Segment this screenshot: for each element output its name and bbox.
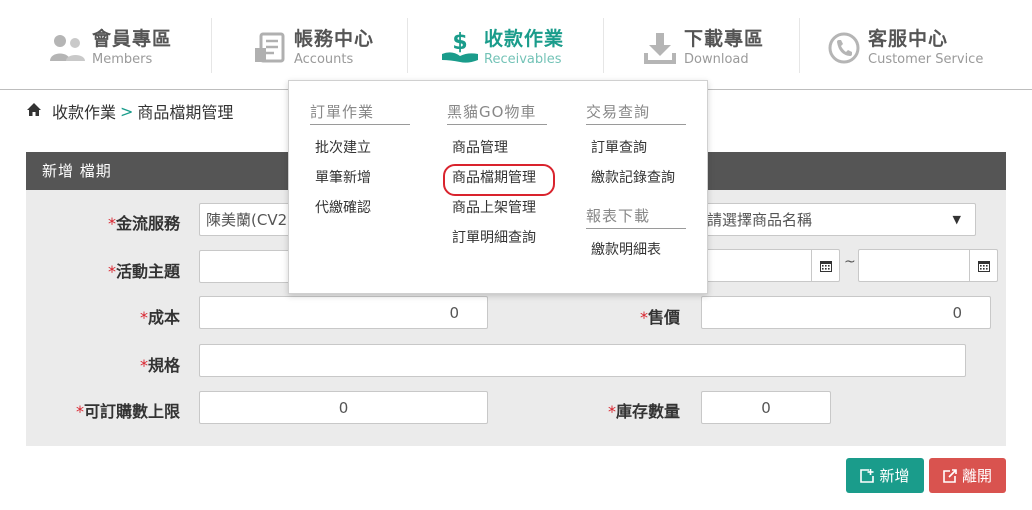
home-icon[interactable] bbox=[26, 102, 42, 121]
menu-item-order-query[interactable]: 訂單查詢 bbox=[586, 133, 686, 163]
end-date-input[interactable] bbox=[858, 249, 998, 282]
nav-customer-service-label: 客服中心 bbox=[868, 28, 949, 50]
breadcrumb-current: 商品檔期管理 bbox=[137, 103, 234, 122]
start-date-input[interactable] bbox=[700, 249, 840, 282]
add-button-label: 新增 bbox=[879, 467, 910, 485]
download-icon bbox=[640, 28, 680, 68]
menu-item-product-listing[interactable]: 商品上架管理 bbox=[447, 193, 547, 223]
receivables-dropdown-menu: 訂單作業 批次建立 單筆新增 代繳確認 黑貓GO物車 商品管理 商品檔期管理 商… bbox=[288, 80, 708, 294]
nav-download-sublabel: Download bbox=[684, 52, 749, 67]
nav-download[interactable]: 下載專區 Download bbox=[640, 0, 764, 90]
leave-button-label: 離開 bbox=[961, 467, 992, 485]
menu-item-payment-confirm[interactable]: 代繳確認 bbox=[310, 193, 410, 223]
add-button[interactable]: 新增 bbox=[846, 458, 924, 493]
activity-topic-label: *活動主題 bbox=[107, 262, 180, 281]
nav-members-label: 會員專區 bbox=[92, 28, 173, 50]
menu-column-orders: 訂單作業 批次建立 單筆新增 代繳確認 bbox=[310, 101, 410, 223]
order-limit-input[interactable]: 0 bbox=[199, 391, 488, 424]
nav-members[interactable]: 會員專區 Members bbox=[48, 0, 172, 90]
cost-label: *成本 bbox=[139, 308, 180, 327]
cost-input[interactable]: 0 bbox=[199, 296, 488, 329]
nav-download-label: 下載專區 bbox=[684, 28, 765, 50]
stock-input[interactable]: 0 bbox=[701, 391, 831, 424]
customer-service-icon bbox=[824, 28, 864, 68]
nav-customer-service-sublabel: Customer Service bbox=[868, 52, 984, 67]
menu-item-payment-record[interactable]: 繳款記錄查詢 bbox=[586, 163, 686, 193]
menu-column-cart: 黑貓GO物車 商品管理 商品檔期管理 商品上架管理 訂單明細查詢 bbox=[443, 101, 555, 253]
menu-item-single-add[interactable]: 單筆新增 bbox=[310, 163, 410, 193]
add-icon bbox=[860, 468, 875, 483]
nav-receivables-sublabel: Receivables bbox=[484, 52, 562, 67]
spec-label: *規格 bbox=[139, 356, 180, 375]
leave-button[interactable]: 離開 bbox=[929, 458, 1006, 493]
nav-accounts-sublabel: Accounts bbox=[294, 52, 354, 67]
calendar-icon[interactable] bbox=[969, 250, 997, 281]
nav-accounts[interactable]: 帳務中心 Accounts bbox=[250, 0, 374, 90]
top-navigation: 會員專區 Members 帳務中心 Accounts $ 收款作業 Receiv… bbox=[0, 0, 1032, 90]
menu-item-product-schedule[interactable]: 商品檔期管理 bbox=[443, 163, 555, 196]
price-label: *售價 bbox=[639, 308, 680, 327]
menu-heading-cart: 黑貓GO物車 bbox=[447, 101, 547, 125]
nav-receivables[interactable]: $ 收款作業 Receivables bbox=[440, 0, 564, 90]
spec-input[interactable] bbox=[199, 344, 966, 377]
receivables-icon: $ bbox=[440, 28, 480, 68]
menu-item-order-detail[interactable]: 訂單明細查詢 bbox=[447, 223, 547, 253]
menu-item-product-manage[interactable]: 商品管理 bbox=[447, 133, 547, 163]
accounts-icon bbox=[250, 28, 290, 68]
nav-accounts-label: 帳務中心 bbox=[294, 28, 375, 50]
product-name-select[interactable]: 請選擇商品名稱 ▼ bbox=[700, 203, 976, 236]
menu-item-payment-report[interactable]: 繳款明細表 bbox=[586, 235, 686, 265]
nav-receivables-label: 收款作業 bbox=[484, 28, 565, 50]
calendar-icon[interactable] bbox=[811, 250, 839, 281]
nav-members-sublabel: Members bbox=[92, 52, 153, 67]
menu-heading-reports: 報表下載 bbox=[586, 205, 686, 229]
order-limit-label: *可訂購數上限 bbox=[75, 402, 180, 421]
payment-service-select[interactable]: 陳美蘭(CV2 bbox=[199, 203, 294, 236]
external-link-icon bbox=[943, 468, 957, 483]
chevron-down-icon: ▼ bbox=[952, 213, 961, 226]
menu-column-transactions: 交易查詢 訂單查詢 繳款記錄查詢 報表下載 繳款明細表 bbox=[586, 101, 686, 265]
breadcrumb-section[interactable]: 收款作業 bbox=[52, 99, 116, 123]
breadcrumb: 收款作業 > 商品檔期管理 bbox=[26, 99, 233, 123]
price-input[interactable]: 0 bbox=[701, 296, 991, 329]
activity-topic-input[interactable] bbox=[199, 250, 294, 283]
svg-text:$: $ bbox=[452, 30, 467, 55]
members-icon bbox=[48, 28, 88, 68]
nav-customer-service[interactable]: 客服中心 Customer Service bbox=[824, 0, 983, 90]
menu-item-batch-create[interactable]: 批次建立 bbox=[310, 133, 410, 163]
payment-service-label: *金流服務 bbox=[107, 214, 180, 233]
menu-heading-orders: 訂單作業 bbox=[310, 101, 410, 125]
menu-heading-transactions: 交易查詢 bbox=[586, 101, 686, 125]
stock-label: *庫存數量 bbox=[607, 402, 680, 421]
date-range-separator: ~ bbox=[844, 254, 856, 270]
breadcrumb-separator: > bbox=[120, 101, 134, 121]
